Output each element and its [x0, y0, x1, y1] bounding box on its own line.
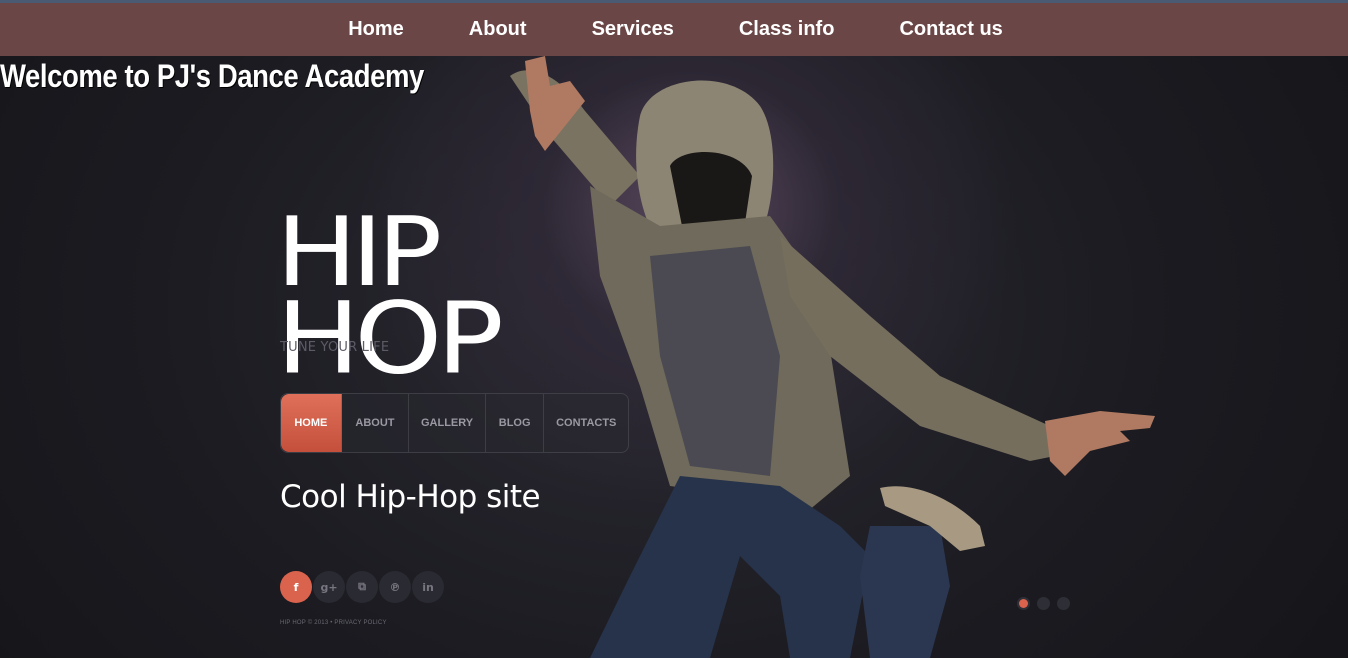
nav-link-home[interactable]: Home: [348, 18, 404, 41]
slider-dots: [1017, 597, 1077, 610]
social-icons: f g+ ⧉ ℗ in: [280, 571, 445, 603]
hero-banner-image: HIP HOP: [0, 56, 1348, 658]
hero-menu-blog: BLOG: [486, 394, 545, 452]
nav-link-class-info[interactable]: Class info: [739, 18, 835, 41]
hero-menu-contacts: CONTACTS: [556, 417, 617, 429]
dancer-figure: [510, 56, 1155, 658]
top-nav-bar: Home About Services Class info Contact u…: [0, 0, 1348, 56]
pinterest-icon: ℗: [379, 571, 411, 603]
slider-dot-2: [1037, 597, 1050, 610]
slider-dot-3: [1057, 597, 1070, 610]
slider-dot-1: [1017, 597, 1030, 610]
welcome-heading: Welcome to PJ's Dance Academy: [0, 58, 424, 94]
hero-menu-about: ABOUT: [342, 394, 410, 452]
hero-headline: Cool Hip-Hop site: [280, 479, 541, 515]
hero-menu-gallery: GALLERY: [409, 394, 486, 452]
nav-link-services[interactable]: Services: [592, 18, 674, 41]
rss-icon: ⧉: [346, 571, 378, 603]
facebook-icon: f: [280, 571, 312, 603]
nav-link-contact-us[interactable]: Contact us: [899, 18, 1002, 41]
page: Home About Services Class info Contact u…: [0, 0, 1348, 660]
top-nav: Home About Services Class info Contact u…: [0, 3, 1348, 56]
hero-menu-home: HOME: [281, 394, 342, 452]
google-plus-icon: g+: [313, 571, 345, 603]
tagline: TUNE YOUR LIFE: [280, 340, 390, 355]
copyright-text: HIP HOP © 2013 • PRIVACY POLICY: [280, 620, 387, 626]
nav-link-about[interactable]: About: [469, 18, 527, 41]
hero-menu: HOME ABOUT GALLERY BLOG CONTACTS: [280, 393, 629, 453]
linkedin-icon: in: [412, 571, 444, 603]
